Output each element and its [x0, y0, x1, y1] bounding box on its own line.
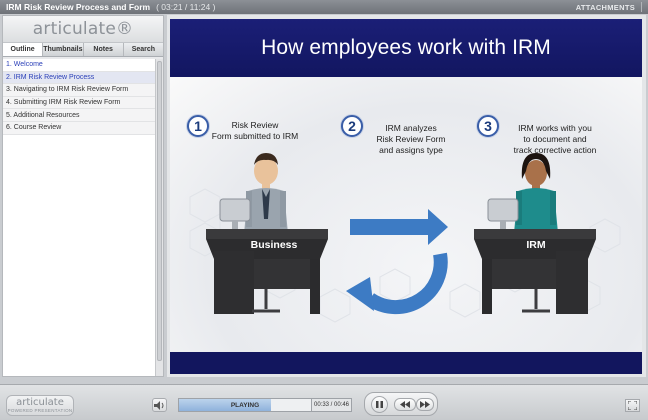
- outline-list: 1. Welcome 2. IRM Risk Review Process 3.…: [3, 59, 155, 376]
- outline-scrollbar[interactable]: [155, 59, 163, 376]
- articulate-brand-logo: articulate POWERED PRESENTATION: [6, 395, 74, 416]
- illustration: [206, 153, 596, 315]
- outline-item-welcome[interactable]: 1. Welcome: [3, 59, 155, 72]
- articulate-logo: articulate®: [3, 16, 163, 43]
- tab-outline[interactable]: Outline: [3, 43, 44, 56]
- outline-item-irm-process[interactable]: 2. IRM Risk Review Process: [3, 71, 155, 85]
- course-timer: ( 03:21 / 11:24 ): [156, 2, 216, 12]
- scrollbar-thumb[interactable]: [157, 61, 162, 361]
- next-slide-button[interactable]: [416, 398, 434, 411]
- seek-bar[interactable]: PLAYING 00:33 / 00:46: [178, 398, 352, 412]
- tab-thumbnails[interactable]: Thumbnails: [43, 43, 84, 56]
- irm-desk-label: IRM: [526, 239, 546, 251]
- pause-icon: [376, 401, 383, 408]
- sidebar-tabs: Outline Thumbnails Notes Search: [3, 43, 163, 57]
- fullscreen-button[interactable]: [625, 399, 640, 412]
- slide-frame: How employees work with IRM 1 Risk Revie…: [167, 15, 646, 377]
- business-person-illustration: [244, 153, 288, 234]
- tab-search[interactable]: Search: [123, 43, 163, 56]
- course-title: IRM Risk Review Process and Form: [6, 2, 151, 12]
- forward-icon: [420, 401, 430, 408]
- process-arrows: [346, 209, 448, 315]
- irm-monitor-icon: [487, 198, 519, 229]
- playback-control-group: [364, 392, 438, 416]
- outline-item-resources[interactable]: 5. Additional Resources: [3, 109, 155, 122]
- divider: [641, 2, 642, 12]
- expand-icon: [628, 401, 637, 410]
- tab-notes[interactable]: Notes: [83, 43, 124, 56]
- rewind-icon: [400, 401, 410, 408]
- playback-status: PLAYING: [230, 401, 260, 409]
- attachments-button[interactable]: ATTACHMENTS: [576, 3, 635, 12]
- volume-button[interactable]: [152, 398, 167, 412]
- playback-time: 00:33 / 00:46: [311, 399, 351, 411]
- outline-item-submitting[interactable]: 4. Submitting IRM Risk Review Form: [3, 96, 155, 110]
- speaker-icon: [154, 400, 164, 410]
- pause-button[interactable]: [371, 396, 388, 413]
- previous-slide-button[interactable]: [394, 398, 416, 411]
- irm-person-illustration: [514, 153, 558, 233]
- slide: How employees work with IRM 1 Risk Revie…: [170, 19, 642, 374]
- outline-item-course-review[interactable]: 6. Course Review: [3, 121, 155, 135]
- sidebar: articulate® Outline Thumbnails Notes Sea…: [2, 15, 164, 377]
- slide-footer: [170, 352, 642, 374]
- title-bar: IRM Risk Review Process and Form ( 03:21…: [0, 0, 648, 14]
- business-desk-label: Business: [250, 239, 298, 251]
- outline-item-navigating[interactable]: 3. Navigating to IRM Risk Review Form: [3, 84, 155, 97]
